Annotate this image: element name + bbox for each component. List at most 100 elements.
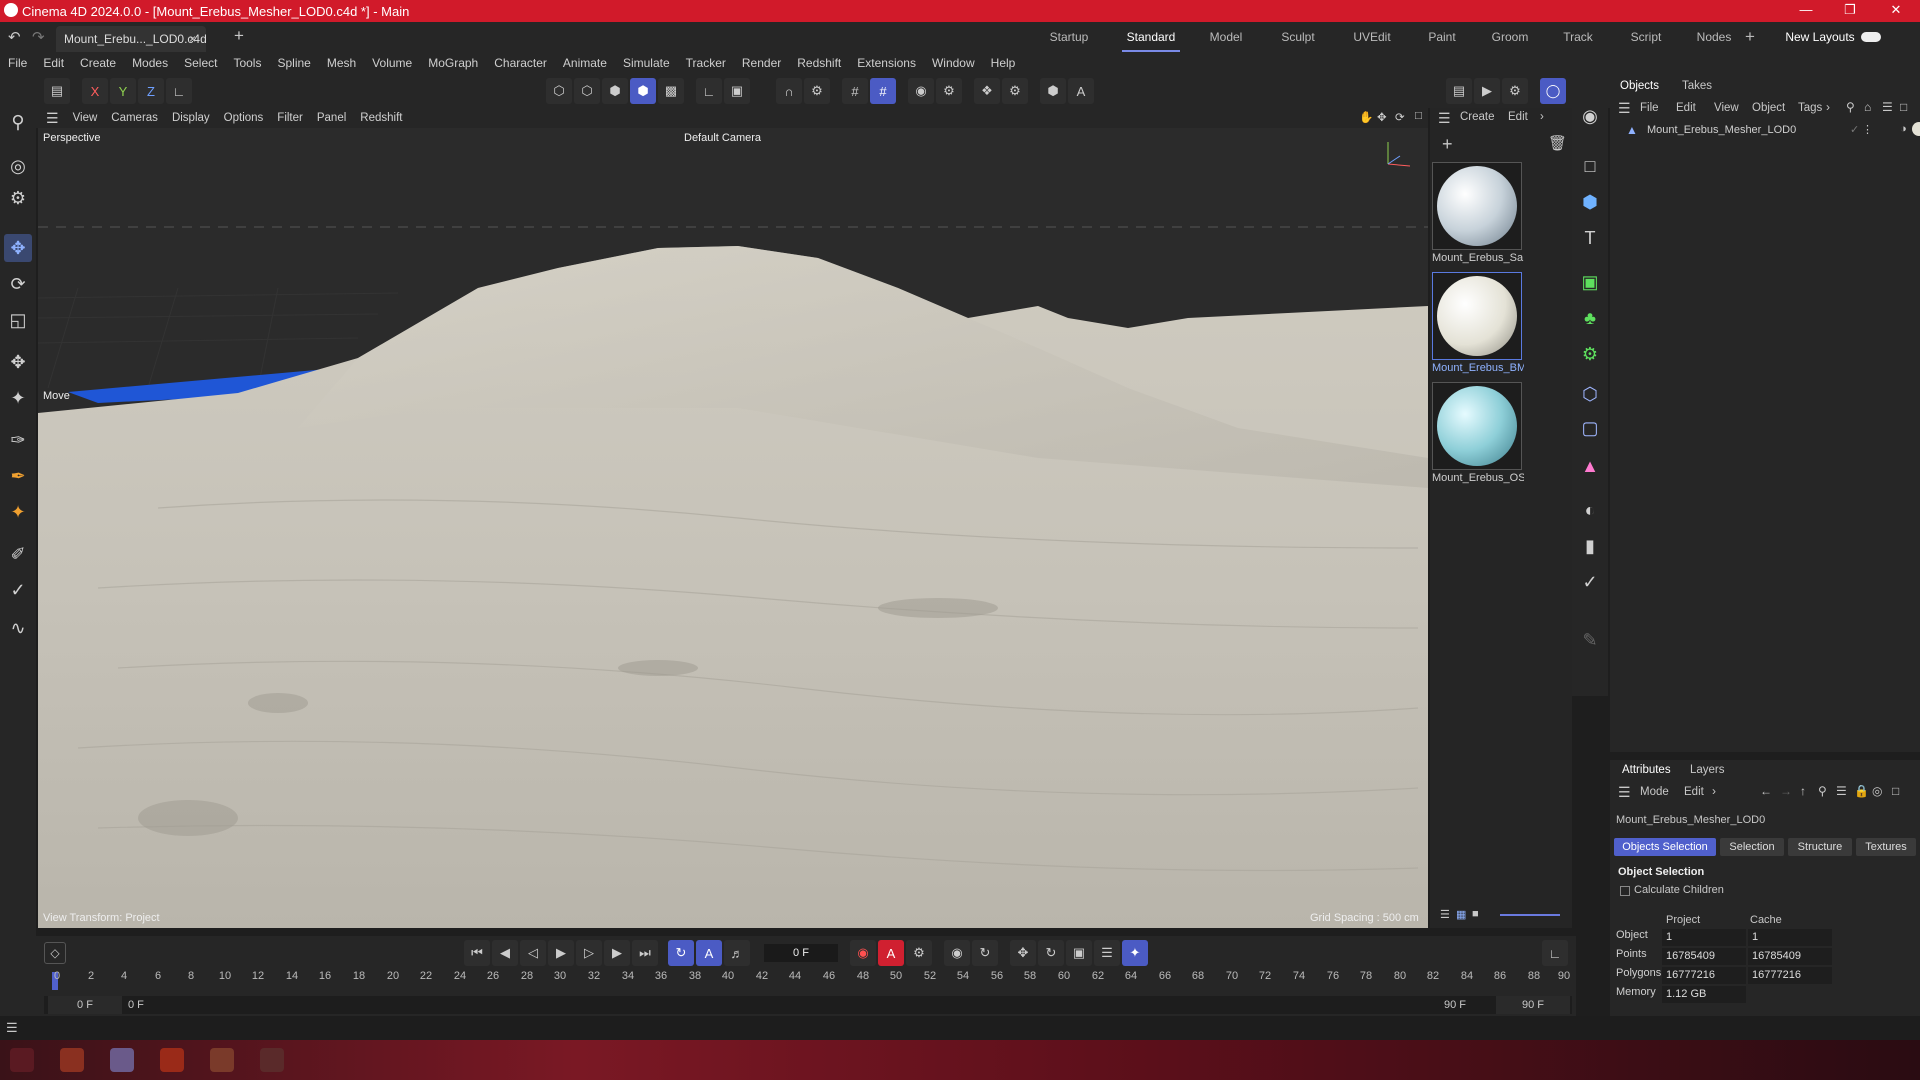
symmetry-icon[interactable]: ❖ xyxy=(974,78,1000,104)
material-menu-icon[interactable]: ☰ xyxy=(1438,110,1451,127)
menu-select[interactable]: Select xyxy=(176,52,225,74)
magnet-icon[interactable]: ∩ xyxy=(776,78,802,104)
structure-button[interactable]: Structure xyxy=(1788,838,1852,856)
fcurve-icon[interactable]: ∟ xyxy=(1542,940,1568,966)
autokey-timeline-icon[interactable]: A xyxy=(696,940,722,966)
menu-render[interactable]: Render xyxy=(734,52,789,74)
layout-paint[interactable]: Paint xyxy=(1422,22,1462,52)
material-item[interactable]: Mount_Erebus_Sa xyxy=(1432,162,1524,264)
next-frame-icon[interactable]: ▷ xyxy=(576,940,602,966)
objects-home-icon[interactable]: ⌂ xyxy=(1864,100,1871,114)
spline-pen-icon[interactable]: ✑ xyxy=(4,426,32,454)
close-tab-icon[interactable]: × xyxy=(189,26,196,52)
tab-attributes[interactable]: Attributes xyxy=(1622,764,1671,776)
layout-groom[interactable]: Groom xyxy=(1488,22,1532,52)
twist-icon[interactable]: ∿ xyxy=(4,614,32,642)
phong-tag-icon[interactable]: ◑ xyxy=(1900,123,1907,135)
visibility-dots-icon[interactable]: ⋮ xyxy=(1862,123,1873,136)
objects-search-icon[interactable]: ⚲ xyxy=(1846,100,1855,114)
key-pla-icon[interactable]: ▣ xyxy=(1066,940,1092,966)
sound-icon[interactable]: ♬ xyxy=(724,940,750,966)
record-icon[interactable]: ◉ xyxy=(850,940,876,966)
new-tab-icon[interactable]: + xyxy=(234,26,244,46)
key-scale-icon[interactable]: ✥ xyxy=(1010,940,1036,966)
attributes-search-icon[interactable]: ⚲ xyxy=(1818,784,1827,798)
document-tab[interactable]: Mount_Erebu..._LOD0.c4d * × xyxy=(56,26,207,72)
scene-icon[interactable]: ▲ xyxy=(1576,452,1604,480)
search-icon[interactable]: ⚲ xyxy=(4,108,32,136)
layout-track[interactable]: Track xyxy=(1558,22,1598,52)
menu-simulate[interactable]: Simulate xyxy=(615,52,678,74)
modeling-settings-icon[interactable]: ⚙ xyxy=(1002,78,1028,104)
field-icon[interactable]: ▢ xyxy=(1576,414,1604,442)
objects-menu-more-icon[interactable]: › xyxy=(1826,100,1830,114)
key-rotation-icon[interactable]: ↻ xyxy=(972,940,998,966)
camera-object-icon[interactable]: ▮ xyxy=(1576,532,1604,560)
menu-character[interactable]: Character xyxy=(486,52,555,74)
coordinate-system-icon[interactable]: ∟ xyxy=(166,78,192,104)
solo-icon[interactable]: ▣ xyxy=(724,78,750,104)
viewport-menu-filter[interactable]: Filter xyxy=(270,112,310,124)
menu-create[interactable]: Create xyxy=(72,52,124,74)
objects-selection-button[interactable]: Objects Selection xyxy=(1614,838,1716,856)
current-frame-field[interactable]: 0 F xyxy=(764,944,838,962)
objects-menu-tags[interactable]: Tags xyxy=(1798,102,1822,114)
taskbar-app-icon[interactable] xyxy=(260,1048,284,1072)
attributes-menu-icon[interactable]: ☰ xyxy=(1618,784,1631,801)
effector-icon[interactable]: ⚙ xyxy=(1576,340,1604,368)
layout-toggle[interactable] xyxy=(1858,22,1884,52)
menu-redshift[interactable]: Redshift xyxy=(789,52,849,74)
menu-extensions[interactable]: Extensions xyxy=(849,52,924,74)
end-frame-field[interactable]: 90 F xyxy=(1496,996,1570,1014)
timeline-layers-icon[interactable]: ☰ xyxy=(1094,940,1120,966)
environment-icon[interactable]: ◐ xyxy=(1576,496,1604,524)
objects-menu-icon[interactable]: ☰ xyxy=(1618,100,1631,117)
spline-sketch-icon[interactable]: ✒ xyxy=(4,462,32,490)
redo-icon[interactable]: ↷ xyxy=(32,28,45,46)
previous-frame-icon[interactable]: ◁ xyxy=(520,940,546,966)
coordinate-tool-icon[interactable]: ✦ xyxy=(4,384,32,412)
material-menu-edit[interactable]: Edit xyxy=(1508,111,1528,123)
preview-range-bar[interactable]: 0 F 0 F 90 F 90 F xyxy=(44,996,1572,1014)
layout-uvedit[interactable]: UVEdit xyxy=(1348,22,1396,52)
menu-mesh[interactable]: Mesh xyxy=(319,52,364,74)
text-tool-icon[interactable]: T xyxy=(1576,224,1604,252)
live-selection-icon[interactable]: ◎ xyxy=(4,152,32,180)
redshift-camera-icon[interactable]: ◉ xyxy=(1576,102,1604,130)
undo-icon[interactable]: ↶ xyxy=(8,28,21,46)
layout-standard[interactable]: Standard xyxy=(1122,22,1180,52)
delete-material-icon[interactable]: 🗑 xyxy=(1548,134,1567,152)
key-param-icon[interactable]: ↻ xyxy=(1038,940,1064,966)
move-tool-icon[interactable]: ✥ xyxy=(4,234,32,262)
enable-check-icon[interactable]: ✓ xyxy=(1850,123,1859,136)
viewport-3d[interactable]: Perspective Default Camera Move View Tra… xyxy=(38,128,1428,928)
model-mode-icon[interactable]: ▤ xyxy=(44,78,70,104)
previous-key-icon[interactable]: ◀ xyxy=(492,940,518,966)
forward-arrow-icon[interactable]: → xyxy=(1780,784,1792,798)
taskbar-app-icon[interactable] xyxy=(110,1048,134,1072)
material-item[interactable]: Mount_Erebus_OS xyxy=(1432,382,1524,484)
render-settings-clapper-icon[interactable]: ⚙ xyxy=(1502,78,1528,104)
loop-icon[interactable]: ↻ xyxy=(668,940,694,966)
go-to-start-icon[interactable]: ⏮ xyxy=(464,940,490,966)
layout-script[interactable]: Script xyxy=(1626,22,1666,52)
material-item[interactable]: Mount_Erebus_BM xyxy=(1432,272,1524,374)
back-arrow-icon[interactable]: ← xyxy=(1760,784,1772,798)
menu-modes[interactable]: Modes xyxy=(124,52,176,74)
snap-settings-icon[interactable]: ⚙ xyxy=(804,78,830,104)
tab-objects[interactable]: Objects xyxy=(1620,80,1659,92)
textures-button[interactable]: Textures xyxy=(1856,838,1916,856)
layout-startup[interactable]: Startup xyxy=(1044,22,1094,52)
attributes-new-window-icon[interactable]: □ xyxy=(1892,784,1899,798)
grid-view-icon[interactable]: ▦ xyxy=(1456,908,1466,921)
points-mode-icon[interactable]: ⬡ xyxy=(546,78,572,104)
layout-nodes[interactable]: Nodes xyxy=(1694,22,1734,52)
menu-edit[interactable]: Edit xyxy=(35,52,72,74)
lock-y-axis-button[interactable]: Y xyxy=(110,78,136,104)
attributes-target-icon[interactable]: ◎ xyxy=(1872,784,1882,798)
layout-model[interactable]: Model xyxy=(1204,22,1248,52)
objects-menu-edit[interactable]: Edit xyxy=(1676,102,1696,114)
taskbar-app-icon[interactable] xyxy=(160,1048,184,1072)
list-item[interactable]: ▲ Mount_Erebus_Mesher_LOD0 ⋮ ✓ ◑ xyxy=(1610,122,1920,140)
next-key-icon[interactable]: ▶ xyxy=(604,940,630,966)
